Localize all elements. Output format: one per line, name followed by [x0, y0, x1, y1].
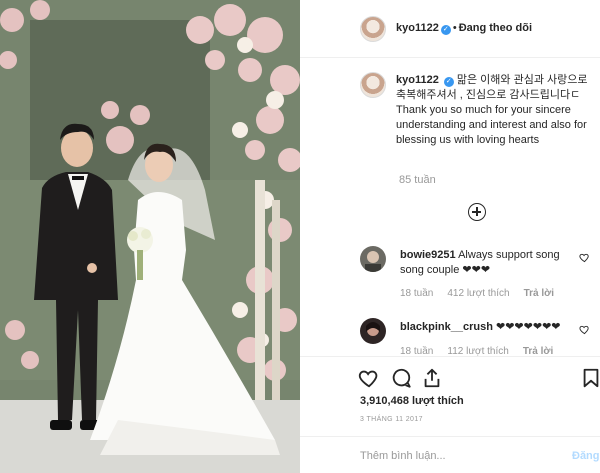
heart-icon[interactable]: [358, 367, 380, 389]
comment-item: bowie9251 Always support song song coupl…: [360, 246, 592, 306]
author-username[interactable]: kyo1122: [396, 22, 439, 34]
post-photo[interactable]: [0, 0, 300, 473]
likes-count[interactable]: 3,910,468 lượt thích: [360, 395, 464, 407]
post-actions: 3,910,468 lượt thích 3 THÁNG 11 2017: [300, 356, 600, 436]
caption-text-block: kyo1122 ✓ 맒은 이해와 관심과 사랑으로 축복해주셔서 , 진심으로 감…: [396, 73, 596, 148]
verified-badge-icon: ✓: [443, 77, 454, 87]
likes-label: lượt thích: [411, 395, 464, 407]
comment-time[interactable]: 18 tuần: [400, 346, 433, 356]
comment-likes[interactable]: 412 lượt thích: [447, 288, 509, 299]
header-text: kyo1122 ✓ • Đang theo dõi: [396, 22, 532, 35]
reply-button[interactable]: Trả lời: [523, 346, 553, 356]
likes-number: 3,910,468: [360, 395, 409, 407]
comment-text-block: bowie9251 Always support song song coupl…: [400, 248, 570, 278]
comment-item: blackpink__crush ❤❤❤❤❤❤❤ 18 tuần 112 lượt…: [360, 318, 592, 356]
commenter-avatar[interactable]: [360, 318, 386, 344]
comment-meta: 18 tuần 112 lượt thích Trả lời: [400, 346, 567, 356]
load-more-comments-icon[interactable]: [468, 203, 486, 221]
like-comment-heart-icon[interactable]: [579, 252, 590, 263]
commenter-avatar[interactable]: [360, 246, 386, 272]
share-icon[interactable]: [421, 367, 443, 389]
verified-badge-icon: ✓: [440, 25, 451, 35]
post-panel: kyo1122 ✓ • Đang theo dõi kyo1122 ✓ 맒은 이해와 관…: [300, 0, 600, 473]
comment-icon[interactable]: [390, 367, 412, 389]
follow-status-button[interactable]: Đang theo dõi: [459, 22, 532, 34]
post-comment-button[interactable]: Đăng: [572, 450, 600, 462]
comment-input[interactable]: [360, 447, 550, 465]
commenter-username[interactable]: blackpink__crush: [400, 321, 493, 333]
like-comment-heart-icon[interactable]: [579, 324, 590, 335]
comment-likes[interactable]: 112 lượt thích: [447, 346, 508, 356]
wedding-photo-illustration: [0, 0, 300, 473]
author-avatar[interactable]: [360, 16, 386, 42]
post-header: kyo1122 ✓ • Đang theo dõi: [300, 0, 600, 58]
comment-meta: 18 tuần 412 lượt thích Trả lời: [400, 288, 568, 299]
separator: •: [452, 22, 457, 34]
caption-avatar[interactable]: [360, 72, 386, 98]
reply-button[interactable]: Trả lời: [524, 288, 554, 299]
caption-time[interactable]: 85 tuần: [399, 174, 436, 186]
comment-time[interactable]: 18 tuần: [400, 288, 433, 299]
comment-composer: Đăng: [300, 436, 600, 473]
commenter-username[interactable]: bowie9251: [400, 249, 456, 261]
comment-text: ❤❤❤❤❤❤❤: [496, 321, 561, 333]
caption-username[interactable]: kyo1122: [396, 74, 439, 86]
post-date[interactable]: 3 THÁNG 11 2017: [360, 416, 423, 423]
comment-text-block: blackpink__crush ❤❤❤❤❤❤❤: [400, 320, 570, 335]
bookmark-icon[interactable]: [580, 367, 600, 389]
